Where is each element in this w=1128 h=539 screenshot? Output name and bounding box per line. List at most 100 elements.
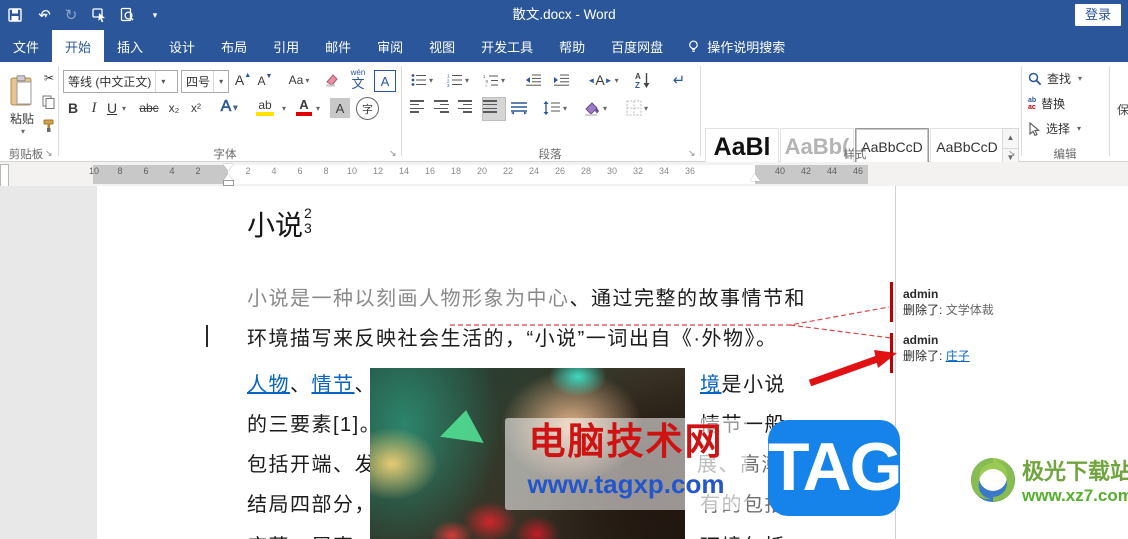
tab-home[interactable]: 开始 bbox=[52, 30, 105, 62]
tab-help[interactable]: 帮助 bbox=[546, 30, 598, 62]
tab-references[interactable]: 引用 bbox=[260, 30, 312, 62]
justify-button[interactable] bbox=[482, 97, 506, 121]
revision-balloon-2[interactable]: admin 删除了: 庄子 bbox=[903, 332, 970, 364]
line-spacing-caret-icon[interactable]: ▾ bbox=[563, 104, 567, 113]
show-marks-button[interactable]: ↵ bbox=[668, 69, 690, 91]
grow-font-button[interactable]: A ▲ bbox=[233, 70, 253, 90]
font-dialog-launcher[interactable]: ↘ bbox=[389, 148, 397, 159]
font-color-button[interactable]: A bbox=[294, 96, 314, 118]
text-cursor bbox=[206, 325, 208, 347]
bullets-caret-icon[interactable]: ▾ bbox=[429, 76, 433, 85]
tell-me-search[interactable]: 操作说明搜索 bbox=[676, 30, 795, 62]
tab-selector-box[interactable] bbox=[0, 164, 9, 187]
tab-mailings[interactable]: 邮件 bbox=[312, 30, 364, 62]
format-painter-button[interactable] bbox=[40, 118, 58, 134]
shading-button[interactable]: ▾ bbox=[580, 97, 610, 119]
underline-button[interactable]: U bbox=[104, 98, 120, 118]
tab-baidu-netdisk[interactable]: 百度网盘 bbox=[598, 30, 676, 62]
revision-deleted-link[interactable]: 庄子 bbox=[946, 349, 970, 363]
highlight-caret-icon[interactable]: ▾ bbox=[282, 104, 286, 113]
tab-review[interactable]: 审阅 bbox=[364, 30, 416, 62]
paragraph-dialog-launcher[interactable]: ↘ bbox=[688, 148, 696, 159]
select-button[interactable]: 选择 ▾ bbox=[1028, 120, 1081, 137]
ruler-number: 10 bbox=[346, 166, 358, 176]
find-button[interactable]: 查找 ▾ bbox=[1028, 70, 1082, 87]
document-heading: 小说 23 bbox=[247, 204, 312, 244]
hanging-indent-marker[interactable] bbox=[223, 174, 233, 181]
phonetic-guide-button[interactable]: wén 文 bbox=[346, 67, 370, 93]
copy-button[interactable] bbox=[40, 94, 58, 110]
asian-layout-button[interactable]: ◄ A ► ▾ bbox=[586, 69, 620, 91]
tab-design[interactable]: 设计 bbox=[156, 30, 208, 62]
styles-dialog-launcher[interactable]: ↘ bbox=[1008, 148, 1016, 159]
align-right-button[interactable] bbox=[458, 98, 478, 118]
character-border-button[interactable]: A bbox=[374, 70, 396, 92]
horizontal-ruler[interactable]: 10 8 6 4 2 2 4 6 8 10 12 14 16 18 20 22 … bbox=[0, 162, 1128, 187]
revision-balloon-1[interactable]: admin 删除了: 文学体裁 bbox=[903, 286, 994, 318]
tab-layout[interactable]: 布局 bbox=[208, 30, 260, 62]
find-caret-icon[interactable]: ▾ bbox=[1078, 74, 1082, 83]
word-window: { "titlebar": { "title": "散文.docx - Word… bbox=[0, 0, 1128, 539]
font-name-caret-icon[interactable]: ▾ bbox=[155, 71, 170, 92]
align-center-button[interactable] bbox=[434, 98, 454, 118]
numbering-caret-icon[interactable]: ▾ bbox=[465, 76, 469, 85]
save-to-netdisk-button-partial[interactable]: 保存到百度网盘 bbox=[1117, 100, 1128, 120]
italic-button[interactable]: I bbox=[86, 98, 102, 118]
underline-caret-icon[interactable]: ▾ bbox=[122, 104, 126, 113]
enclose-characters-button[interactable]: 字 bbox=[356, 97, 379, 120]
bullets-button[interactable]: ▾ bbox=[410, 70, 434, 90]
highlight-button[interactable]: ab bbox=[252, 96, 278, 118]
superscript-button[interactable]: x² bbox=[186, 98, 206, 118]
cut-button[interactable]: ✂ bbox=[40, 70, 58, 86]
clear-formatting-button[interactable] bbox=[322, 70, 342, 90]
tab-view[interactable]: 视图 bbox=[416, 30, 468, 62]
paste-caret-icon[interactable]: ▾ bbox=[21, 127, 25, 136]
align-left-button[interactable] bbox=[410, 98, 430, 118]
distribute-button[interactable] bbox=[508, 98, 530, 118]
replace-icon: ab ac bbox=[1028, 96, 1037, 111]
login-button[interactable]: 登录 bbox=[1075, 4, 1121, 26]
numbering-button[interactable]: 123 ▾ bbox=[446, 70, 470, 90]
multilevel-list-button[interactable]: 1ai ▾ bbox=[482, 70, 506, 90]
tab-insert[interactable]: 插入 bbox=[104, 30, 156, 62]
shading-caret-icon[interactable]: ▾ bbox=[603, 104, 607, 113]
sort-button[interactable]: AZ bbox=[630, 68, 656, 92]
replace-button[interactable]: ab ac 替换 bbox=[1028, 95, 1065, 112]
strikethrough-button[interactable]: abc bbox=[136, 98, 162, 118]
first-line-indent-marker[interactable] bbox=[223, 164, 233, 171]
shrink-font-button[interactable]: A ▼ bbox=[256, 72, 274, 90]
tab-developer[interactable]: 开发工具 bbox=[468, 30, 546, 62]
change-case-caret-icon[interactable]: ▾ bbox=[305, 76, 309, 85]
paste-button[interactable]: 粘贴 ▾ bbox=[4, 68, 40, 142]
ruler-number: 4 bbox=[271, 166, 277, 176]
group-divider bbox=[58, 66, 59, 156]
hyperlink[interactable]: 境 bbox=[700, 374, 722, 396]
text-effects-button[interactable]: A ▾ bbox=[218, 96, 240, 118]
decrease-indent-button[interactable] bbox=[522, 70, 544, 90]
right-indent-marker[interactable] bbox=[750, 174, 760, 181]
bold-button[interactable]: B bbox=[64, 98, 82, 118]
hyperlink[interactable]: 人物 bbox=[247, 374, 290, 396]
change-case-button[interactable]: Aa ▾ bbox=[284, 70, 314, 90]
subscript-button[interactable]: x₂ bbox=[164, 98, 184, 118]
asian-layout-caret-icon[interactable]: ▾ bbox=[615, 76, 619, 85]
font-color-caret-icon[interactable]: ▾ bbox=[316, 104, 320, 113]
font-name-select[interactable]: 等线 (中文正文) ▾ bbox=[63, 70, 178, 93]
character-border-label: A bbox=[380, 73, 390, 89]
borders-button[interactable]: ▾ bbox=[622, 97, 652, 119]
hyperlink[interactable]: 情节 bbox=[312, 374, 355, 396]
document-area[interactable]: 小说 23 小说是一种以刻画人物形象为中心、通过完整的故事情节和 环境描写来反映… bbox=[0, 186, 1128, 539]
line-spacing-button[interactable]: ▾ bbox=[540, 97, 570, 119]
tab-file[interactable]: 文件 bbox=[0, 30, 52, 62]
borders-caret-icon[interactable]: ▾ bbox=[644, 104, 648, 113]
font-size-select[interactable]: 四号 ▾ bbox=[181, 70, 229, 93]
select-caret-icon[interactable]: ▾ bbox=[1077, 124, 1081, 133]
text-effects-caret-icon[interactable]: ▾ bbox=[233, 102, 238, 112]
font-size-caret-icon[interactable]: ▾ bbox=[213, 71, 228, 92]
clipboard-dialog-launcher[interactable]: ↘ bbox=[45, 148, 53, 159]
black-run: “小说”一词出自《·外物》。 bbox=[526, 328, 778, 350]
multilevel-caret-icon[interactable]: ▾ bbox=[501, 76, 505, 85]
left-indent-marker[interactable] bbox=[223, 180, 234, 186]
increase-indent-button[interactable] bbox=[550, 70, 572, 90]
character-shading-button[interactable]: A bbox=[330, 98, 350, 118]
